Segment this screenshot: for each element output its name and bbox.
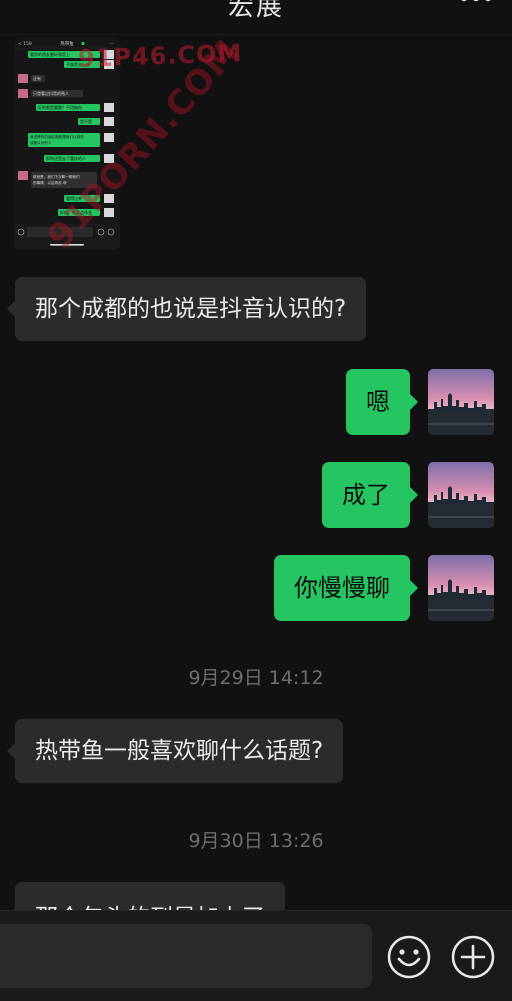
chat-timestamp: 9月29日 14:12 <box>188 667 324 689</box>
svg-text:是不是: 是不是 <box>80 118 92 124</box>
city-skyline-avatar-image <box>428 555 494 621</box>
user-avatar[interactable] <box>428 555 494 621</box>
received-message-bubble[interactable]: 热带鱼一般喜欢聊什么话题? <box>6 719 344 783</box>
received-message-bubble[interactable]: 那个成都的也说是抖音认识的? <box>6 277 367 341</box>
user-avatar[interactable] <box>428 369 494 435</box>
svg-text:< 159: < 159 <box>18 41 32 47</box>
message-row-received: 那个成都的也说是抖音认识的? <box>6 277 367 341</box>
svg-text:⋯: ⋯ <box>109 41 114 47</box>
svg-text:好的，你早点休息: 好的，你早点休息 <box>60 209 92 215</box>
plus-icon[interactable] <box>450 934 496 980</box>
city-skyline-avatar-image <box>428 462 494 528</box>
chat-input-bar <box>0 910 512 1001</box>
chat-header: 宏展 <box>0 0 512 35</box>
shared-screenshot-image[interactable]: < 159 热带鱼 ⋯ 看你的朋友圈好像是上 不像是去上班 还有 只是看过抖音的… <box>14 38 120 250</box>
screenshot-header-name: 热带鱼 <box>60 40 74 47</box>
screenshot-content: < 159 热带鱼 ⋯ 看你的朋友圈好像是上 不像是去上班 还有 只是看过抖音的… <box>14 38 120 250</box>
chat-title: 宏展 <box>227 0 284 22</box>
message-row-sent: 成了 <box>322 462 494 528</box>
svg-text:还有: 还有 <box>33 75 41 81</box>
svg-text:那就是，我们下次聊一聊我们: 那就是，我们下次聊一聊我们 <box>33 174 80 179</box>
sent-message-bubble[interactable]: 成了 <box>322 462 418 528</box>
svg-text:只是看过抖音的熟人: 只是看过抖音的熟人 <box>33 90 69 96</box>
svg-text:的事情，以后再说 😅: 的事情，以后再说 😅 <box>33 180 67 185</box>
svg-text:我觉得你的朋友圈都是我们以前在: 我觉得你的朋友圈都是我们以前在 <box>30 134 84 139</box>
svg-text:不像是去上班: 不像是去上班 <box>66 61 90 67</box>
message-input[interactable] <box>0 924 372 988</box>
city-skyline-avatar-image <box>428 369 494 435</box>
more-options-icon[interactable] <box>458 0 494 8</box>
svg-text:好的都是重要？不用偷你: 好的都是重要？不用偷你 <box>38 104 82 110</box>
sent-message-bubble[interactable]: 嗯 <box>346 369 418 435</box>
message-row-received: 热带鱼一般喜欢聊什么话题? <box>6 719 344 783</box>
user-avatar[interactable] <box>428 462 494 528</box>
emoji-icon[interactable] <box>386 934 432 980</box>
sent-message-bubble[interactable]: 你慢慢聊 <box>274 555 418 621</box>
svg-text:成都认识的人: 成都认识的人 <box>30 140 52 145</box>
svg-text:看得过来: 看得过来 <box>66 195 82 201</box>
svg-text:那你还是去了重庆的人: 那你还是去了重庆的人 <box>46 155 86 161</box>
message-row-sent: 你慢慢聊 <box>274 555 494 621</box>
message-row-sent: 嗯 <box>346 369 494 435</box>
chat-timestamp: 9月30日 13:26 <box>188 830 324 852</box>
svg-text:看你的朋友圈好像是上: 看你的朋友圈好像是上 <box>30 51 70 57</box>
